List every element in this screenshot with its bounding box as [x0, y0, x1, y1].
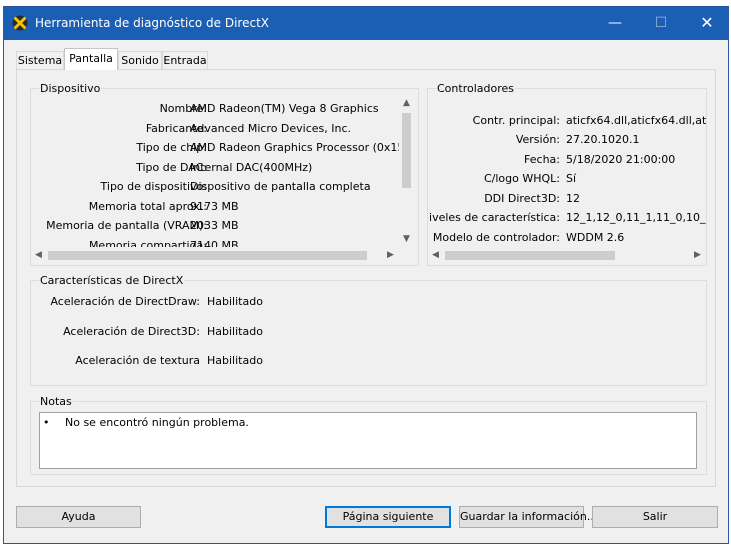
driver-row-value: 12: [566, 192, 580, 205]
driver-row-value: 27.20.1020.1: [566, 133, 640, 146]
scroll-left-icon[interactable]: ◀: [31, 248, 46, 263]
notes-text: No se encontró ningún problema.: [65, 416, 249, 429]
device-row: Memoria de pantalla (VRAM): 2033 MB: [31, 219, 399, 235]
drivers-horizontal-scrollbar[interactable]: ◀ ▶: [428, 248, 706, 263]
feature-row: Aceleración de DirectDraw: Habilitado: [31, 295, 431, 311]
driver-row-label: DDI Direct3D:: [484, 192, 560, 205]
device-row: Tipo de chip: AMD Radeon Graphics Process…: [31, 141, 399, 157]
next-page-button[interactable]: Página siguiente: [325, 506, 451, 528]
driver-row: C/logo WHQL: Sí: [428, 172, 706, 188]
next-page-button-label: Página siguiente: [342, 510, 434, 523]
notes-textbox[interactable]: • No se encontró ningún problema.: [39, 412, 697, 469]
feature-row-label: Aceleración de textura: [75, 354, 200, 367]
scroll-right-icon[interactable]: ▶: [690, 248, 705, 263]
minimize-icon[interactable]: —: [592, 7, 638, 39]
driver-row-value: Sí: [566, 172, 577, 185]
device-row: Fabricante: Advanced Micro Devices, Inc.: [31, 122, 399, 138]
device-horizontal-scrollbar[interactable]: ◀ ▶: [31, 248, 399, 263]
device-row-value: 9173 MB: [190, 200, 239, 213]
device-row: Tipo de dispositivo: Dispositivo de panta…: [31, 180, 399, 196]
driver-row: Contr. principal: aticfx64.dll,aticfx64.d…: [428, 114, 706, 130]
driver-row-label: Modelo de controlador:: [432, 231, 560, 244]
device-row: Memoria total aprox.: 9173 MB: [31, 200, 399, 216]
drivers-group-label: Controladores: [436, 82, 515, 95]
driver-row-label: C/logo WHQL:: [483, 172, 560, 185]
feature-row-value: Habilitado: [207, 354, 263, 367]
driver-row-label: Versión:: [515, 133, 560, 146]
help-button-label: Ayuda: [61, 510, 96, 523]
help-button[interactable]: Ayuda: [16, 506, 141, 528]
exit-button-label: Salir: [642, 510, 668, 523]
scroll-left-icon[interactable]: ◀: [428, 248, 443, 263]
device-row: Tipo de DAC: Internal DAC(400MHz): [31, 161, 399, 177]
driver-row-value: 5/18/2020 21:00:00: [566, 153, 676, 166]
maximize-icon[interactable]: ☐: [638, 7, 684, 39]
device-row-label: Memoria de pantalla (VRAM):: [46, 219, 207, 232]
driver-row: Versión: 27.20.1020.1: [428, 133, 706, 149]
device-row-value: AMD Radeon(TM) Vega 8 Graphics: [190, 102, 379, 115]
scroll-thumb[interactable]: [402, 113, 411, 188]
device-row: Nombre: AMD Radeon(TM) Vega 8 Graphics: [31, 102, 399, 118]
driver-row-label: Fecha:: [524, 153, 560, 166]
save-info-button[interactable]: Guardar la información...: [459, 506, 597, 528]
device-row: Memoria compartida: 7140 MB: [31, 239, 399, 247]
tab-entrada[interactable]: Entrada: [162, 51, 208, 69]
tab-label: Sonido: [121, 54, 159, 67]
driver-row: Modelo de controlador: WDDM 2.6: [428, 231, 706, 247]
directx-icon: [12, 15, 28, 31]
tab-sistema[interactable]: Sistema: [16, 51, 64, 69]
notes-bullet: •: [43, 416, 50, 429]
driver-row: DDI Direct3D: 12: [428, 192, 706, 208]
feature-row: Aceleración de Direct3D: Habilitado: [31, 325, 431, 341]
driver-row-value: aticfx64.dll,aticfx64.dll,aticfx: [566, 114, 706, 127]
directx-features-group-label: Características de DirectX: [39, 274, 185, 287]
tab-label: Entrada: [163, 54, 207, 67]
save-info-button-label: Guardar la información...: [460, 510, 598, 523]
device-row-value: Internal DAC(400MHz): [190, 161, 313, 174]
driver-row: Niveles de característica: 12_1,12_0,11_1…: [428, 211, 706, 227]
scroll-thumb[interactable]: [445, 251, 615, 260]
notes-group-label: Notas: [39, 395, 73, 408]
tab-pantalla[interactable]: Pantalla: [64, 48, 118, 70]
drivers-info-list: Contr. principal: aticfx64.dll,aticfx64.d…: [428, 114, 706, 247]
device-info-list: Nombre: AMD Radeon(TM) Vega 8 Graphics Fa…: [31, 101, 399, 247]
device-vertical-scrollbar[interactable]: ▲ ▼: [399, 96, 414, 247]
feature-row-value: Habilitado: [207, 295, 263, 308]
scroll-right-icon[interactable]: ▶: [383, 248, 398, 263]
exit-button[interactable]: Salir: [592, 506, 718, 528]
feature-row-label: Aceleración de Direct3D:: [63, 325, 200, 338]
tab-label: Pantalla: [69, 52, 113, 65]
window-title: Herramienta de diagnóstico de DirectX: [35, 16, 269, 30]
device-row-value: 2033 MB: [190, 219, 239, 232]
driver-row-value: 12_1,12_0,11_1,11_0,10_1,: [566, 211, 706, 224]
scroll-down-icon[interactable]: ▼: [399, 232, 414, 247]
driver-row: Fecha: 5/18/2020 21:00:00: [428, 153, 706, 169]
device-row-value: AMD Radeon Graphics Processor (0x15D8): [190, 141, 399, 154]
scroll-thumb[interactable]: [48, 251, 367, 260]
close-icon[interactable]: ✕: [684, 7, 730, 39]
driver-row-label: Niveles de característica:: [428, 211, 560, 224]
feature-row-value: Habilitado: [207, 325, 263, 338]
tab-label: Sistema: [17, 54, 63, 67]
driver-row-label: Contr. principal:: [472, 114, 560, 127]
device-row-value: Dispositivo de pantalla completa: [190, 180, 371, 193]
title-bar[interactable]: Herramienta de diagnóstico de DirectX — …: [4, 7, 728, 40]
driver-row-value: WDDM 2.6: [566, 231, 625, 244]
device-row-value: Advanced Micro Devices, Inc.: [190, 122, 352, 135]
directx-features-list: Aceleración de DirectDraw: Habilitado Ace…: [31, 294, 431, 374]
feature-row: Aceleración de textura Habilitado: [31, 354, 431, 370]
device-group-label: Dispositivo: [39, 82, 102, 95]
scroll-up-icon[interactable]: ▲: [399, 96, 414, 111]
tab-sonido[interactable]: Sonido: [118, 51, 162, 69]
device-row-value: 7140 MB: [190, 239, 239, 247]
feature-row-label: Aceleración de DirectDraw:: [50, 295, 200, 308]
